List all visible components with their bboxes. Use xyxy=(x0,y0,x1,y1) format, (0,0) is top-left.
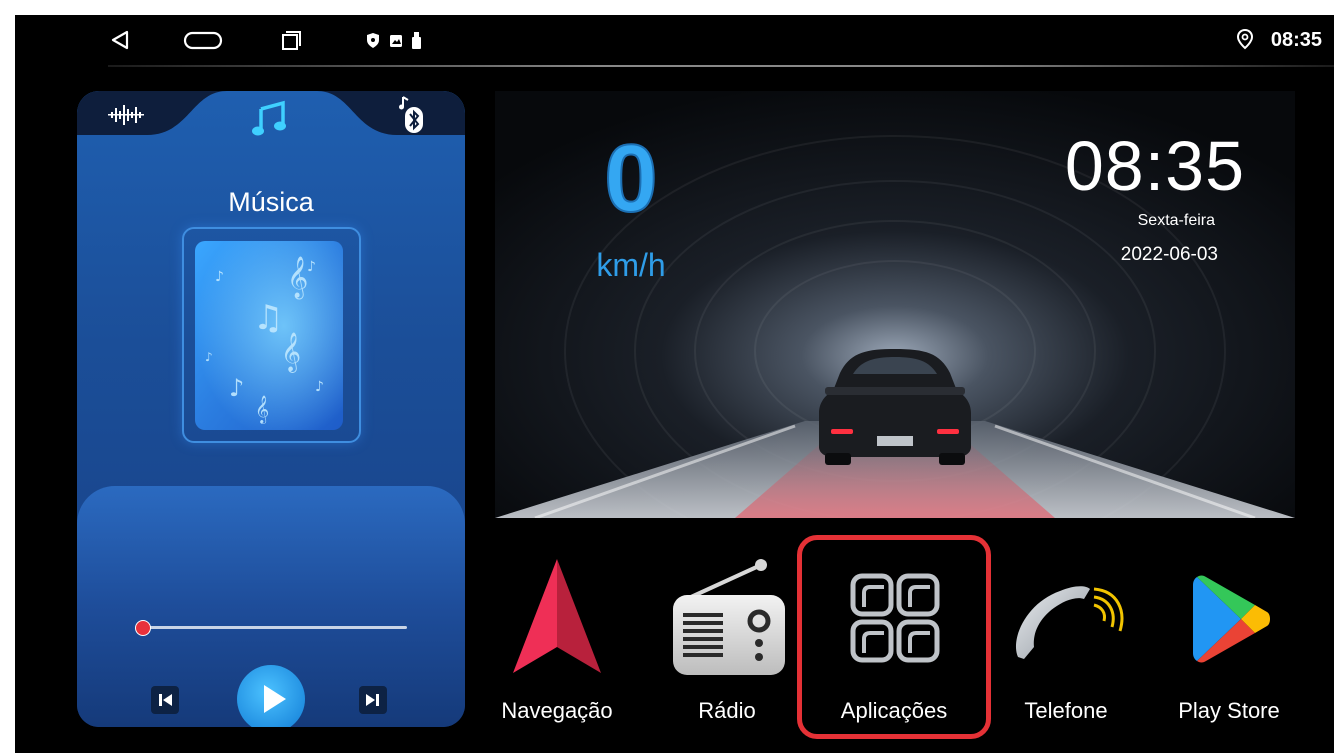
dashboard-widget[interactable]: 0 km/h 08:35 Sexta-feira 2022-06-03 xyxy=(495,91,1295,518)
next-button[interactable] xyxy=(359,686,387,719)
dashboard-date: 2022-06-03 xyxy=(1120,244,1218,265)
image-icon xyxy=(390,35,402,47)
home-button[interactable] xyxy=(181,25,227,55)
svg-text:𝄞: 𝄞 xyxy=(287,256,308,299)
next-icon xyxy=(359,686,387,714)
phone-handset-icon xyxy=(1015,586,1124,659)
svg-text:♪: ♪ xyxy=(307,259,316,275)
previous-icon xyxy=(151,686,179,714)
music-widget[interactable]: Música 𝄞 ♫ 𝄞 ♪ 𝄞 ♪ ♪ ♪ ♪ xyxy=(77,91,465,727)
recents-button[interactable] xyxy=(273,25,309,55)
svg-text:♪: ♪ xyxy=(215,269,224,285)
album-art-image: 𝄞 ♫ 𝄞 ♪ 𝄞 ♪ ♪ ♪ ♪ xyxy=(195,241,343,430)
music-title: Música xyxy=(228,187,314,217)
previous-button[interactable] xyxy=(151,686,179,719)
car-head-unit-screen: 08:35 Música 𝄞 ♫ 𝄞 ♪ 𝄞 ♪ ♪ ♪ ♪ 0 km/h 08… xyxy=(15,15,1334,753)
home-icon xyxy=(183,31,223,50)
svg-text:𝄞: 𝄞 xyxy=(255,395,269,424)
music-note-icon[interactable] xyxy=(252,100,286,136)
app-label: Navegação xyxy=(501,698,613,723)
notification-icons xyxy=(367,32,421,49)
app-label: Play Store xyxy=(1178,698,1280,723)
app-play-store[interactable]: Play Store xyxy=(1159,543,1299,728)
play-icon xyxy=(237,665,305,727)
app-label: Rádio xyxy=(698,698,756,723)
speed-value: 0 xyxy=(603,125,658,232)
app-navigation[interactable]: Navegação xyxy=(487,543,627,728)
svg-text:♪: ♪ xyxy=(205,350,213,364)
speed-unit: km/h xyxy=(596,247,666,283)
music-tab-bar xyxy=(77,91,465,136)
highlight-box xyxy=(797,535,991,739)
svg-text:𝄞: 𝄞 xyxy=(281,332,301,373)
status-divider xyxy=(108,65,1334,67)
progress-knob[interactable] xyxy=(135,620,151,636)
shield-icon xyxy=(367,33,379,48)
status-clock: 08:35 xyxy=(1270,29,1322,51)
album-art[interactable]: 𝄞 ♫ 𝄞 ♪ 𝄞 ♪ ♪ ♪ ♪ xyxy=(195,241,343,430)
svg-text:♪: ♪ xyxy=(315,379,324,395)
radio-icon xyxy=(673,559,785,675)
location-icon xyxy=(1236,28,1254,50)
back-icon xyxy=(111,30,129,50)
usb-icon xyxy=(412,32,421,49)
dashboard-weekday: Sexta-feira xyxy=(1137,212,1215,229)
app-label: Telefone xyxy=(1024,698,1108,723)
back-button[interactable] xyxy=(103,25,139,55)
progress-track[interactable] xyxy=(143,626,407,629)
svg-text:♪: ♪ xyxy=(229,374,244,402)
play-button[interactable] xyxy=(235,663,307,727)
status-bar: 08:35 xyxy=(15,15,1334,67)
app-phone[interactable]: Telefone xyxy=(996,543,1136,728)
player-panel xyxy=(77,486,465,727)
dashboard-clock: 08:35 xyxy=(1064,127,1245,205)
play-store-icon xyxy=(1193,575,1270,663)
navigation-arrow-icon xyxy=(513,559,601,673)
app-radio[interactable]: Rádio xyxy=(657,543,797,728)
recents-icon xyxy=(282,31,301,50)
svg-text:♫: ♫ xyxy=(253,298,283,338)
